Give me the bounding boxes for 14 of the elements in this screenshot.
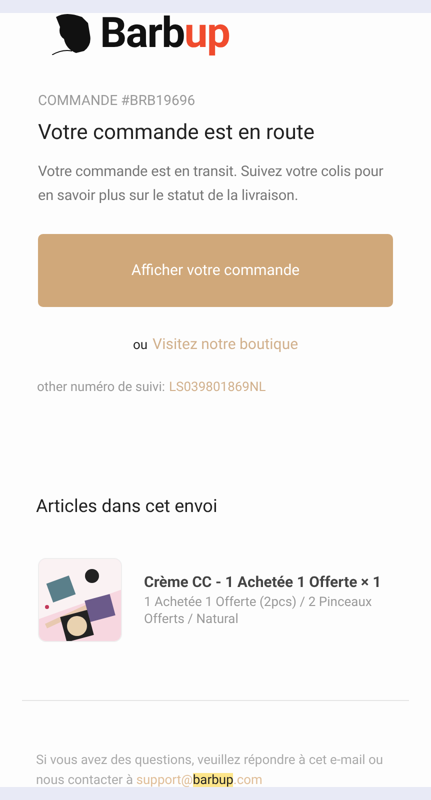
tracking-link[interactable]: LS039801869NL — [169, 378, 266, 397]
product-variant: 1 Achetée 1 Offerte (2pcs) / 2 Pinceaux Offerts / Natural — [144, 594, 373, 628]
status-message: Votre commande est en transit. Suivez votre colis pour en savoir plus sur le statut de la livraison. — [38, 162, 384, 206]
or-text: ou — [132, 337, 148, 355]
order-number: COMMANDE #BRB19696 — [38, 92, 196, 110]
tracking-label: other numéro de suivi: — [37, 378, 166, 396]
footer-text: Si vous avez des questions, veuillez répondre à cet e-mail ou nous contacter à support@barbup.com — [36, 752, 384, 790]
logo-text: Barbup — [100, 12, 230, 54]
product-name: Crème CC - 1 Achetée 1 Offerte × 1 — [144, 572, 382, 592]
page-title: Votre commande est en route — [38, 120, 316, 146]
items-heading: Articles dans cet envoi — [36, 495, 218, 519]
email-link[interactable]: support@barbup.com — [136, 773, 262, 788]
view-order-button[interactable]: Afficher votre commande — [38, 234, 393, 307]
store-link[interactable]: Visitez notre boutique — [152, 333, 298, 356]
